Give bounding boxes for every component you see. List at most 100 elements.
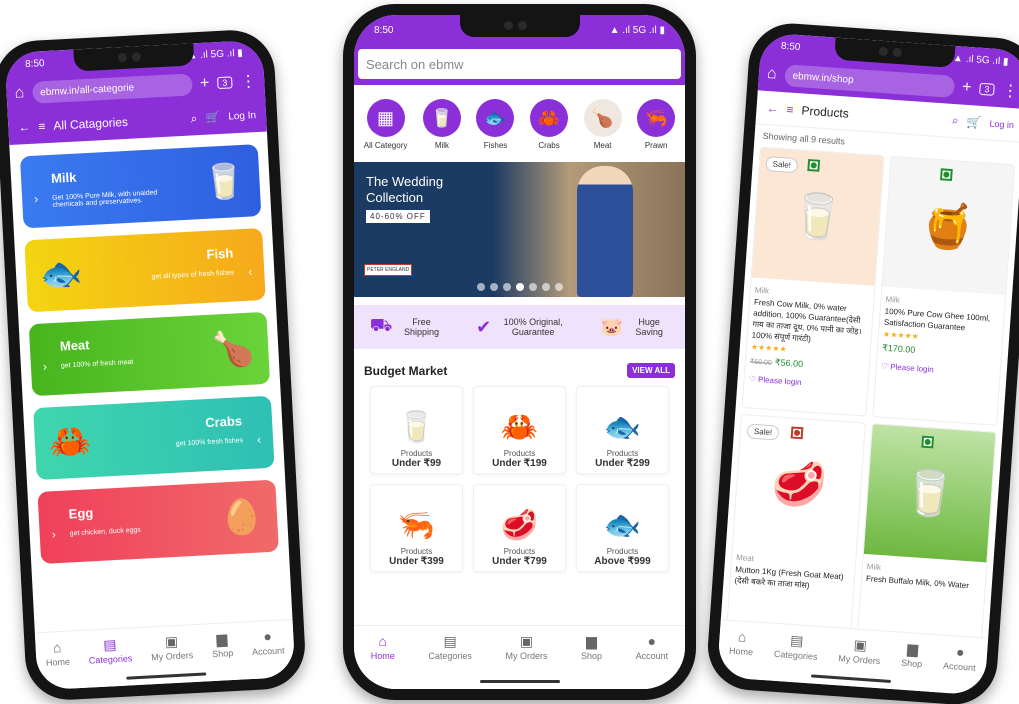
login-label: Please login (757, 375, 802, 388)
feature-label: Huge Saving (635, 317, 663, 337)
phone-right: 8:50 ▲ .ıl 5G .ıl ▮ ⌂ ebmw.in/shop + 3 ⋮… (705, 20, 1019, 704)
search-icon[interactable]: ⌕ (190, 111, 198, 126)
home-icon[interactable]: ⌂ (766, 65, 777, 84)
product-image: 🥩 Sale! (733, 414, 865, 554)
product-card[interactable]: 🍯 Milk 100% Pure Cow Ghee 100ml, Satisfa… (872, 155, 1016, 426)
status-time: 8:50 (374, 24, 394, 36)
category-card-meat[interactable]: › Meat get 100% of fresh meat 🍗 (28, 311, 271, 397)
login-label: Please login (889, 362, 935, 375)
sale-badge: Sale! (746, 423, 780, 441)
category-card-crabs[interactable]: ‹ Crabs get 100% fresh fishes 🦀 (33, 395, 275, 481)
hamburger-icon[interactable]: ≡ (38, 119, 46, 133)
section-title: Budget Market (364, 363, 448, 378)
screen-middle: 8:50 ▲ .ıl 5G .ıl ▮ Search on ebmw ▦ All … (354, 15, 685, 689)
tile-price: Under ₹399 (389, 556, 444, 567)
new-tab-icon[interactable]: + (200, 75, 210, 93)
url-field[interactable]: ebmw.in/all-categorie (31, 73, 193, 104)
search-icon[interactable]: ⌕ (951, 113, 960, 128)
budget-tile[interactable]: 🐟 Products Under ₹299 (576, 386, 669, 474)
budget-tile[interactable]: 🦐 Products Under ₹399 (370, 484, 463, 572)
budget-tile[interactable]: 🥛 Products Under ₹99 (370, 386, 463, 474)
features-bar: ⛟ Free Shipping ✔ 100% Original, Guarantee… (354, 305, 685, 349)
truck-icon: ⛟ (369, 315, 393, 335)
budget-tile[interactable]: 🦀 Products Under ₹199 (473, 386, 566, 474)
tile-price: Under ₹299 (595, 458, 650, 469)
login-link[interactable]: Log in (989, 118, 1014, 130)
cart-icon[interactable]: 🛒 (205, 110, 221, 125)
promo-banner[interactable]: The Wedding Collection 40-60% OFF PETER … (354, 162, 685, 297)
nav-home[interactable]: ⌂ Home (371, 634, 395, 689)
hamburger-icon[interactable]: ≡ (786, 102, 794, 116)
feature-label: Free Shipping (403, 317, 439, 337)
nav-categories[interactable]: ▤ Categories (88, 636, 134, 687)
crab-icon: 🦀 (500, 411, 539, 444)
categories-icon: ▤ (102, 636, 117, 653)
carousel-dots[interactable] (476, 283, 563, 291)
old-price: ₹60.00 (749, 358, 773, 367)
menu-icon[interactable]: ⋮ (1002, 80, 1019, 101)
crab-icon: 🦀 (47, 422, 93, 463)
nav-shop[interactable]: ▆ Shop (211, 630, 235, 681)
page-title: Products (801, 102, 850, 121)
bag-icon: ▆ (906, 640, 919, 657)
budget-tile[interactable]: 🐟 Products Above ₹999 (576, 484, 669, 572)
prawn-icon: 🦐 (397, 509, 436, 542)
home-icon[interactable]: ⌂ (14, 84, 25, 102)
nav-label: Account (251, 645, 285, 658)
fish-icon: 🐟 (603, 509, 642, 542)
nav-home[interactable]: ⌂ Home (727, 628, 754, 680)
sale-badge: Sale! (765, 156, 799, 174)
search-input[interactable]: Search on ebmw (358, 49, 681, 79)
circle-fishes[interactable]: 🐟 Fishes (476, 99, 515, 150)
view-all-button[interactable]: VIEW ALL (627, 363, 675, 378)
category-strip: ▦ All Category 🥛 Milk 🐟 Fishes 🦀 Crabs 🍗 Meat… (354, 85, 685, 154)
circle-label: All Category (363, 141, 408, 150)
category-name: Fish (206, 245, 234, 262)
home-icon: ⌂ (737, 628, 747, 645)
status-time: 8:50 (780, 40, 801, 53)
url-field[interactable]: ebmw.in/shop (783, 64, 955, 98)
tile-label: Products (606, 449, 639, 458)
circle-all-category[interactable]: ▦ All Category (363, 99, 408, 150)
prawn-icon: 🦐 (637, 99, 676, 137)
fish-icon: 🐟 (39, 254, 84, 295)
circle-label: Prawn (644, 141, 668, 150)
nav-shop[interactable]: ▆ Shop (899, 640, 923, 691)
tab-count[interactable]: 3 (217, 76, 233, 90)
menu-icon[interactable]: ⋮ (240, 71, 257, 92)
banner-brand: PETER ENGLAND (364, 264, 413, 276)
nav-label: Home (370, 651, 395, 661)
new-tab-icon[interactable]: + (962, 79, 973, 98)
category-card-fish[interactable]: ‹ Fish get all types of fresh fishes 🐟 (24, 227, 266, 313)
back-arrow-icon[interactable]: ← (766, 100, 779, 115)
product-card[interactable]: 🥛 Sale! Milk Fresh Cow Milk, 0% water add… (741, 146, 885, 417)
product-name[interactable]: Fresh Cow Milk, 0% water addition, 100% … (747, 296, 873, 348)
mockup-stage: 8:50 ▲ .ıl 5G .ıl ▮ ⌂ ebmw.in/all-catego… (0, 0, 1019, 704)
grid-icon: ▦ (366, 99, 405, 137)
circle-meat[interactable]: 🍗 Meat (583, 99, 622, 150)
category-desc: get all types of fresh fishes (151, 269, 235, 281)
status-icons: ▲ .ıl 5G .ıl ▮ (952, 52, 1009, 68)
circle-milk[interactable]: 🥛 Milk (422, 99, 461, 150)
phone-middle: 8:50 ▲ .ıl 5G .ıl ▮ Search on ebmw ▦ All … (343, 4, 696, 700)
nav-home[interactable]: ⌂ Home (45, 639, 72, 690)
login-link[interactable]: Log In (228, 110, 256, 122)
nav-shop[interactable]: ▆ Shop (581, 634, 602, 689)
category-card-milk[interactable]: › Milk Get 100% Pure Milk, with unaided … (19, 144, 262, 229)
categories-icon: ▤ (789, 631, 804, 649)
circle-label: Fishes (483, 141, 508, 150)
circle-prawn[interactable]: 🦐 Prawn (637, 99, 676, 150)
cart-icon[interactable]: 🛒 (966, 114, 982, 129)
nav-account[interactable]: ● Account (251, 628, 286, 679)
nav-label: Account (942, 660, 976, 673)
nav-account[interactable]: ● Account (636, 634, 669, 689)
nav-label: Home (45, 656, 71, 668)
budget-tile[interactable]: 🥩 Products Under ₹799 (473, 484, 566, 572)
nav-account[interactable]: ● Account (941, 644, 977, 695)
nav-categories[interactable]: ▤ Categories (428, 634, 472, 689)
category-card-egg[interactable]: › Egg get chicken, duck eggs 🥚 (37, 479, 279, 564)
tab-count[interactable]: 3 (979, 82, 995, 96)
back-arrow-icon[interactable]: ← (18, 120, 31, 135)
fish-icon: 🐟 (476, 99, 515, 137)
circle-crabs[interactable]: 🦀 Crabs (530, 99, 569, 150)
